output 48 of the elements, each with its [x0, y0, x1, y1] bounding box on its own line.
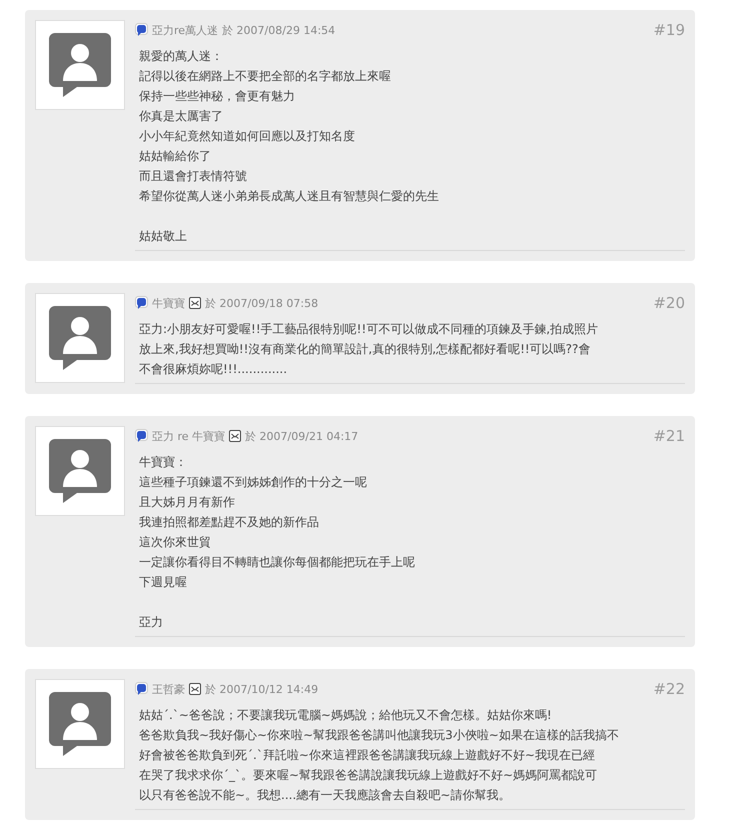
post-number[interactable]: #19 — [653, 21, 685, 39]
avatar-icon — [47, 690, 113, 758]
post-text-line: 保持一些些神秘，會更有魅力 — [139, 88, 296, 105]
avatar-icon — [47, 31, 113, 99]
post-date: 於 2007/10/12 14:49 — [205, 682, 318, 696]
post-text-line: 牛寶寶： — [139, 454, 188, 471]
mail-icon[interactable] — [189, 683, 201, 695]
author-name[interactable]: 牛寶寶 — [152, 296, 185, 310]
post-text-line: 且大姊月月有新作 — [139, 494, 236, 511]
post-text-line: 爸爸欺負我~我好傷心~你來啦~幫我跟爸爸講叫他讓我玩3小俠啦~如果在這樣的話我搞不 — [139, 727, 620, 744]
author-name[interactable]: 亞力re萬人迷 — [152, 22, 218, 38]
post-text-line: 姑姑輸給你了 — [139, 148, 212, 165]
post-number[interactable]: #20 — [653, 294, 685, 312]
post-text-line: 而且還會打表情符號 — [139, 168, 248, 185]
post-text-line: 希望你從萬人迷小弟弟長成萬人迷且有智慧與仁愛的先生 — [139, 188, 440, 205]
author-name[interactable]: 王哲豪 — [152, 682, 185, 696]
speech-bubble-icon — [135, 296, 148, 310]
avatar-icon — [47, 304, 113, 372]
post-text-line: 亞力:小朋友好可愛喔!!手工藝品很特別呢!!可不可以做成不同種的項鍊及手鍊,拍成照片 — [139, 321, 600, 338]
post-text-line: 你真是太厲害了 — [139, 108, 224, 125]
post-text-line: 下週見喔 — [139, 574, 188, 591]
post-text-line: 以只有爸爸說不能~。我想....總有一天我應該會去自殺吧~請你幫我。 — [139, 787, 512, 804]
post-text-line: 在哭了我求求你´_`。要來喔~幫我跟爸爸講說讓我玩線上遊戲好不好~媽媽阿罵都說可 — [139, 767, 598, 784]
post-number[interactable]: #21 — [653, 427, 685, 445]
author-name[interactable]: 亞力 re 牛寶寶 — [152, 428, 226, 444]
speech-bubble-icon — [135, 429, 148, 443]
mail-icon[interactable] — [189, 297, 201, 309]
post-text-line: 放上來,我好想買呦!!沒有商業化的簡單設計,真的很特別,怎樣配都好看呢!!可以嗎??會 — [139, 341, 592, 358]
post-text-line: 我連拍照都差點趕不及她的新作品 — [139, 514, 320, 531]
post-text-line: 這些種子項鍊還不到姊姊創作的十分之一呢 — [139, 474, 368, 491]
post-text-line: 記得以後在網路上不要把全部的名字都放上來喔 — [139, 68, 392, 85]
post-date: 於 2007/08/29 14:54 — [222, 22, 336, 38]
post-date: 於 2007/09/18 07:58 — [205, 296, 318, 310]
post-number[interactable]: #22 — [653, 680, 685, 698]
post-text-line: 親愛的萬人迷： — [139, 48, 224, 65]
post-date: 於 2007/09/21 04:17 — [245, 428, 358, 444]
speech-bubble-icon — [135, 682, 148, 696]
post-text-line: 不會很麻煩妳呢!!!............. — [139, 361, 288, 378]
speech-bubble-icon — [135, 23, 148, 37]
avatar-icon — [47, 437, 113, 505]
post-text-line: 姑姑敬上 — [139, 228, 188, 245]
post-text-line: 好會被爸爸欺負到死´.`拜託啦~你來這裡跟爸爸講讓我玩線上遊戲好不好~我現在已經 — [139, 747, 596, 764]
post-text-line: 這次你來世貿 — [139, 534, 212, 551]
post-text-line: 小小年紀竟然知道如何回應以及打知名度 — [139, 128, 356, 145]
mail-icon[interactable] — [229, 430, 242, 442]
post-text-line: 姑姑´.`~爸爸說；不要讓我玩電腦~媽媽說；給他玩又不會怎樣。姑姑你來嗎! — [139, 707, 553, 724]
post-text-line: 一定讓你看得目不轉睛也讓你每個都能把玩在手上呢 — [139, 554, 416, 571]
post-text-line: 亞力 — [139, 614, 164, 631]
